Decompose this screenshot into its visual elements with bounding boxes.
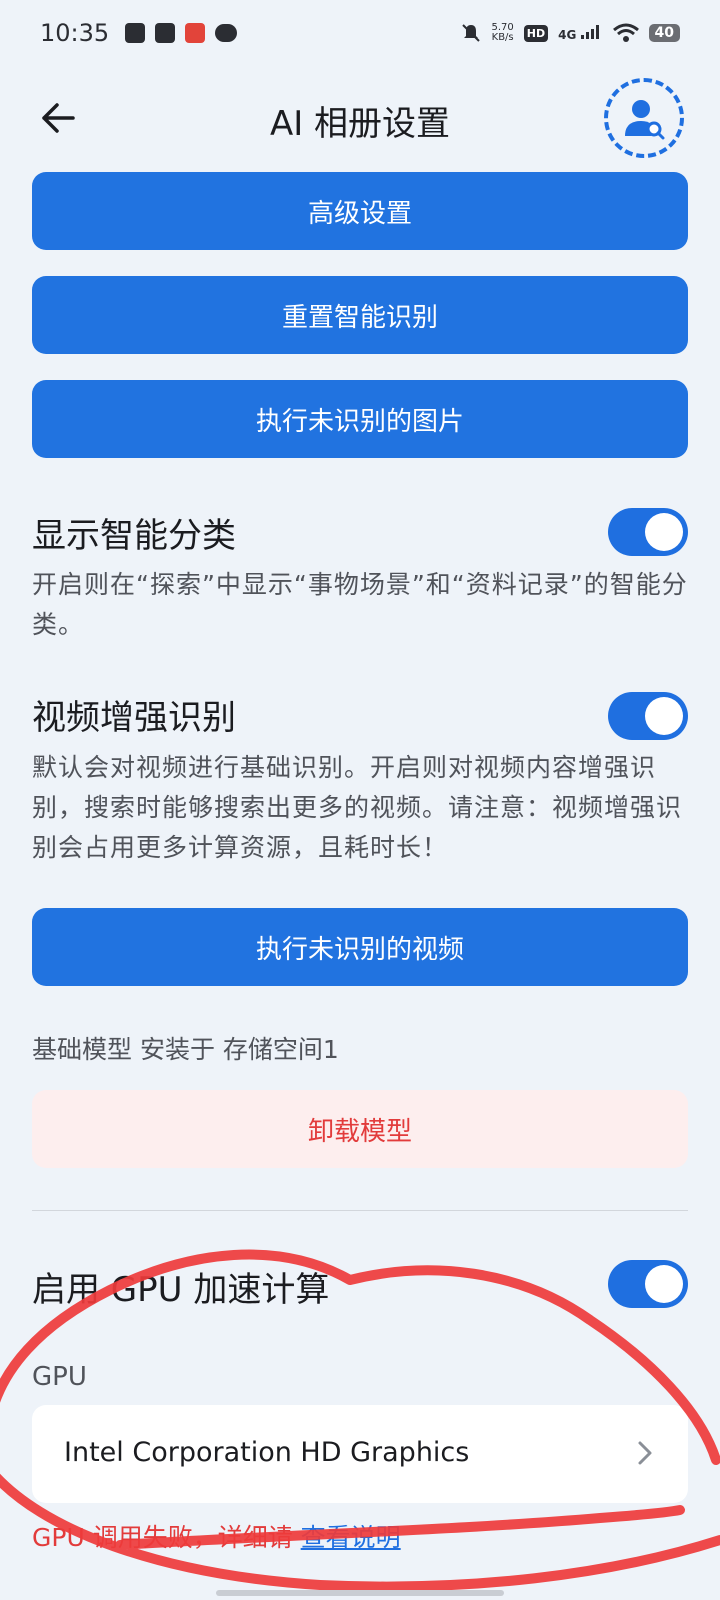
video-enhance-title: 视频增强识别 (32, 698, 236, 738)
gpu-accel-toggle[interactable] (608, 1260, 688, 1308)
app-notification-icon (125, 23, 146, 43)
network-speed: 5.70 KB/s (491, 22, 514, 43)
mute-bell-icon (461, 24, 480, 42)
gpu-device-name: Intel Corporation HD Graphics (64, 1437, 470, 1468)
battery-icon: 40 (648, 24, 680, 42)
smart-category-toggle[interactable] (608, 508, 688, 556)
gpu-label: GPU (32, 1362, 87, 1392)
smart-category-title: 显示智能分类 (32, 516, 236, 556)
toggle-knob (645, 513, 683, 551)
status-bar: 10:35 5.70 KB/s HD 4G 40 (0, 0, 720, 66)
smart-category-desc: 开启则在“探索”中显示“事物场景”和“资料记录”的智能分类。 (32, 570, 688, 639)
game-notification-icon (185, 23, 206, 43)
gpu-select-item[interactable]: Intel Corporation HD Graphics (32, 1405, 688, 1503)
video-enhance-toggle[interactable] (608, 692, 688, 740)
run-unrecognized-images-button[interactable]: 执行未识别的图片 (32, 380, 688, 458)
advanced-settings-button[interactable]: 高级设置 (32, 172, 688, 250)
person-search-icon (625, 100, 665, 140)
face-search-button[interactable] (604, 78, 684, 158)
reset-recognition-button[interactable]: 重置智能识别 (32, 276, 688, 354)
model-install-info: 基础模型 安装于 存储空间1 (32, 1035, 339, 1064)
gpu-error-message: GPU 调用失败，详细请 查看说明 (32, 1518, 401, 1554)
run-unrecognized-videos-button[interactable]: 执行未识别的视频 (32, 908, 688, 986)
toggle-knob (645, 1265, 683, 1303)
toggle-knob (645, 697, 683, 735)
gpu-error-text: GPU 调用失败，详细请 (32, 1523, 301, 1552)
wifi-icon (612, 23, 639, 42)
hd-icon: HD (523, 24, 549, 42)
notification-icons (125, 23, 238, 43)
signal-icon: 4G (558, 24, 602, 42)
video-enhance-desc: 默认会对视频进行基础识别。开启则对视频内容增强识别，搜索时能够搜索出更多的视频。… (32, 753, 683, 862)
message-notification-icon (215, 24, 238, 42)
home-indicator[interactable] (216, 1590, 504, 1596)
status-right: 5.70 KB/s HD 4G 40 (460, 22, 680, 44)
status-time: 10:35 (40, 19, 110, 47)
uninstall-model-button[interactable]: 卸载模型 (32, 1090, 688, 1168)
shop-notification-icon (155, 23, 176, 43)
chevron-right-icon (638, 1441, 652, 1465)
app-header: AI 相册设置 (0, 72, 720, 164)
divider (32, 1210, 688, 1211)
view-explanation-link[interactable]: 查看说明 (301, 1523, 401, 1552)
gpu-accel-title: 启用 GPU 加速计算 (32, 1270, 330, 1310)
